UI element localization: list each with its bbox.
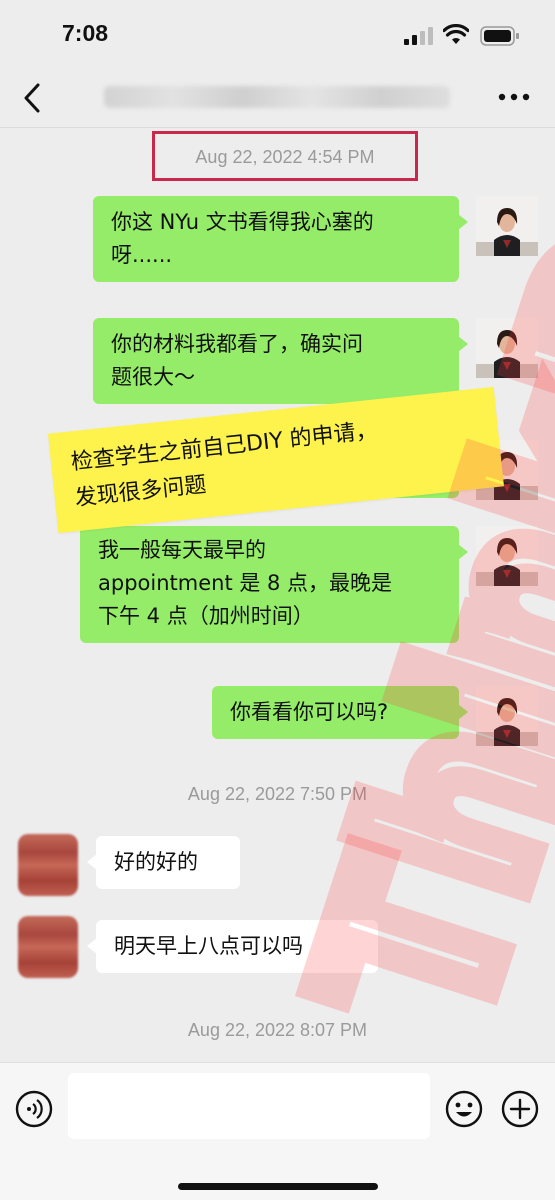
message-line: 你的材料我都看了，确实问 xyxy=(111,332,363,356)
message-input[interactable] xyxy=(68,1073,430,1139)
message-timestamp: Aug 22, 2022 7:50 PM xyxy=(187,784,368,804)
annotation-sticky-note: 检查学生之前自己DIY 的申请， 发现很多问题 xyxy=(48,386,504,534)
message-line: 你看看你可以吗? xyxy=(230,700,389,724)
ellipsis-icon[interactable] xyxy=(498,92,530,102)
avatar[interactable] xyxy=(476,196,538,256)
input-bar xyxy=(0,1062,555,1200)
battery-icon xyxy=(480,26,519,46)
message-timestamp: Aug 22, 2022 8:07 PM xyxy=(187,1020,368,1040)
home-indicator xyxy=(178,1183,378,1190)
avatar[interactable] xyxy=(18,834,78,896)
message-bubble-outgoing[interactable]: 你看看你可以吗? xyxy=(212,686,468,739)
voice-icon[interactable] xyxy=(14,1089,54,1129)
wifi-icon xyxy=(443,24,469,44)
message-bubble-outgoing[interactable]: 我一般每天最早的 appointment 是 8 点，最晚是 下午 4 点（加州… xyxy=(80,526,468,643)
message-line: 你这 NYu 文书看得我心塞的 xyxy=(111,210,374,234)
message-line: appointment 是 8 点，最晚是 xyxy=(98,571,393,595)
avatar[interactable] xyxy=(476,686,538,746)
message-timestamp: Aug 22, 2022 4:54 PM xyxy=(152,131,418,181)
message-line: 我一般每天最早的 xyxy=(98,538,266,562)
message-line: 好的好的 xyxy=(114,850,198,874)
avatar[interactable] xyxy=(476,318,538,378)
smiley-icon[interactable] xyxy=(444,1089,484,1129)
avatar[interactable] xyxy=(476,526,538,586)
message-line: 题很大～ xyxy=(111,365,195,389)
chevron-left-icon[interactable] xyxy=(18,80,48,116)
message-bubble-incoming[interactable]: 明天早上八点可以吗 xyxy=(87,920,378,973)
chat-title-blurred xyxy=(104,86,450,108)
status-bar: 7:08 xyxy=(0,0,555,70)
avatar-portrait xyxy=(476,526,538,586)
avatar-portrait xyxy=(476,196,538,256)
avatar-portrait xyxy=(476,318,538,378)
message-bubble-incoming[interactable]: 好的好的 xyxy=(87,836,240,889)
message-line: 明天早上八点可以吗 xyxy=(114,934,303,958)
chat-header xyxy=(0,70,555,128)
message-bubble-outgoing[interactable]: 你这 NYu 文书看得我心塞的 呀...... xyxy=(93,196,468,282)
avatar[interactable] xyxy=(18,916,78,978)
avatar-portrait xyxy=(476,686,538,746)
message-line: 下午 4 点（加州时间） xyxy=(98,604,314,628)
cellular-signal-icon xyxy=(404,27,433,45)
message-bubble-outgoing[interactable]: 你的材料我都看了，确实问 题很大～ xyxy=(93,318,468,404)
plus-icon[interactable] xyxy=(500,1089,540,1129)
status-time: 7:08 xyxy=(62,20,109,46)
message-line: 呀...... xyxy=(111,243,173,267)
